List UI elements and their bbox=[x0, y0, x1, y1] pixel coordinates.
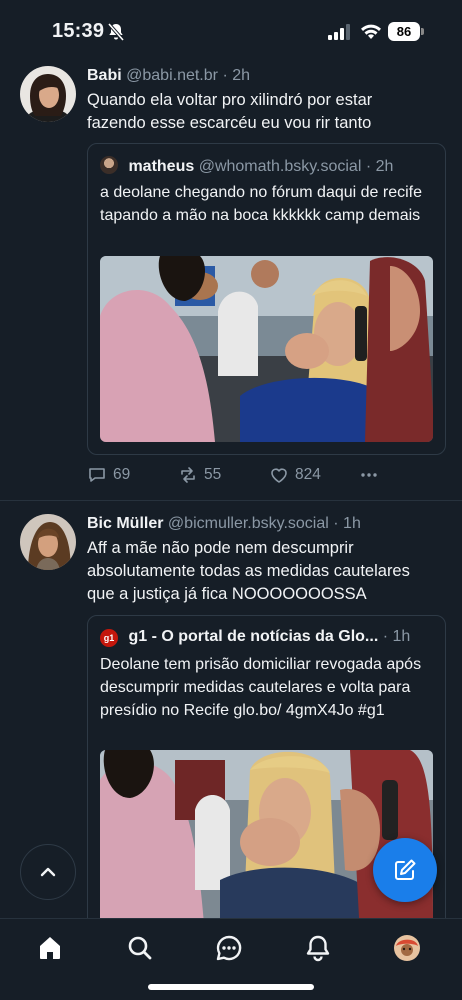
post-header: Babi @babi.net.br · 2h bbox=[87, 67, 251, 84]
repost-icon bbox=[181, 467, 195, 483]
scroll-to-top-button[interactable] bbox=[20, 844, 76, 900]
wifi-icon bbox=[361, 24, 381, 39]
home-indicator bbox=[148, 984, 314, 990]
more-icon bbox=[361, 473, 377, 477]
battery-indicator: 86 bbox=[388, 22, 424, 41]
quoted-post[interactable]: matheus @whomath.bsky.social · 2h a deol… bbox=[87, 143, 446, 455]
more-button[interactable] bbox=[359, 463, 385, 487]
post-text: Aff a mãe não pode nem descumprir absolu… bbox=[87, 539, 410, 603]
signal-icon bbox=[328, 24, 350, 40]
post-header: Bic Müller @bicmuller.bsky.social · 1h bbox=[87, 515, 361, 532]
notifications-icon bbox=[306, 935, 330, 962]
battery-level: 86 bbox=[388, 22, 420, 41]
post-divider bbox=[0, 500, 462, 501]
quoted-post-text: Deolane tem prisão domiciliar revogada a… bbox=[100, 656, 422, 719]
reply-icon bbox=[89, 468, 105, 482]
profile-avatar bbox=[394, 935, 420, 961]
author-handle[interactable]: @babi.net.br bbox=[126, 67, 218, 84]
chat-icon bbox=[216, 935, 242, 961]
quoted-author-name: matheus bbox=[128, 158, 195, 175]
post-actions: 69 55 824 bbox=[87, 463, 387, 487]
tab-notifications[interactable] bbox=[303, 933, 333, 963]
compose-button[interactable] bbox=[373, 838, 437, 902]
author-name[interactable]: Babi bbox=[87, 67, 122, 84]
status-bar: 15:39 86 bbox=[0, 0, 462, 62]
author-handle[interactable]: @bicmuller.bsky.social bbox=[168, 515, 329, 532]
compose-icon bbox=[395, 859, 416, 880]
author-name[interactable]: Bic Müller bbox=[87, 515, 163, 532]
search-icon bbox=[128, 936, 152, 960]
quoted-author-handle: @whomath.bsky.social bbox=[198, 158, 362, 175]
quoted-link-image[interactable] bbox=[100, 750, 433, 934]
author-avatar[interactable] bbox=[20, 514, 76, 570]
tab-search[interactable] bbox=[125, 933, 155, 963]
tab-home[interactable] bbox=[35, 933, 65, 963]
quoted-author-avatar: g1 bbox=[100, 629, 118, 647]
tab-profile[interactable] bbox=[392, 933, 422, 963]
reply-count: 69 bbox=[113, 466, 131, 483]
like-count: 824 bbox=[295, 466, 321, 483]
quoted-post-time: 1h bbox=[392, 628, 411, 645]
quoted-post-header: g1 g1 - O portal de notícias da Glo... ·… bbox=[100, 628, 410, 647]
post-text: Quando ela voltar pro xilindró por estar… bbox=[87, 91, 373, 132]
post-time: 2h bbox=[232, 67, 251, 84]
repost-button[interactable]: 55 bbox=[178, 463, 221, 487]
tab-chat[interactable] bbox=[214, 933, 244, 963]
quoted-author-name: g1 - O portal de notícias da Glo... bbox=[128, 628, 379, 645]
like-button[interactable]: 824 bbox=[269, 463, 321, 487]
reply-button[interactable]: 69 bbox=[87, 463, 130, 487]
post-time: 1h bbox=[343, 515, 361, 532]
quoted-author-avatar bbox=[100, 156, 118, 174]
bell-off-icon bbox=[107, 22, 125, 42]
quoted-video-thumbnail[interactable] bbox=[100, 256, 433, 442]
author-avatar[interactable] bbox=[20, 66, 76, 122]
quoted-post-text: a deolane chegando no fórum daqui de rec… bbox=[100, 184, 423, 224]
quoted-post-header: matheus @whomath.bsky.social · 2h bbox=[100, 156, 393, 176]
status-time: 15:39 bbox=[52, 20, 105, 42]
repost-count: 55 bbox=[204, 466, 222, 483]
quoted-post-time: 2h bbox=[375, 158, 394, 175]
home-icon bbox=[40, 937, 60, 959]
chevron-up-icon bbox=[40, 867, 56, 877]
like-icon bbox=[271, 468, 287, 483]
